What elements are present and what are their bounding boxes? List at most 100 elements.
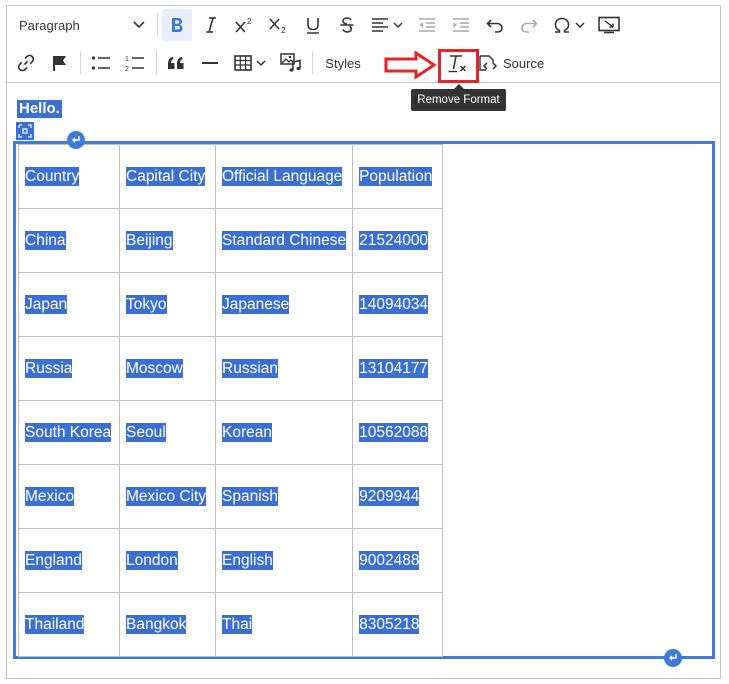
subscript-button[interactable]: 2 — [264, 9, 294, 41]
table-cell[interactable]: 10562088 — [352, 400, 444, 465]
table-cell[interactable]: London — [119, 528, 216, 593]
editing-area[interactable]: Hello. Country Capital City Official Langu… — [7, 83, 720, 678]
table-cell[interactable]: South Korea — [18, 400, 120, 465]
table-cell[interactable]: Mexico — [18, 464, 120, 529]
svg-text:1: 1 — [125, 56, 129, 63]
superscript-button[interactable]: 2 — [230, 9, 260, 41]
table-header-row: Country Capital City Official Language Popu… — [18, 144, 444, 209]
table-cell[interactable]: Russian — [214, 336, 354, 401]
numbered-list-button[interactable]: 12 — [119, 47, 151, 79]
table-cell-text: Russian — [222, 358, 278, 378]
table-cell-text: Beijing — [126, 230, 173, 250]
underline-button[interactable] — [298, 9, 328, 41]
table-cell-text: Thailand — [25, 614, 85, 634]
table-cell[interactable]: Mexico City — [119, 464, 216, 529]
chevron-down-icon — [393, 21, 403, 28]
table-cell[interactable]: Official Language — [214, 144, 354, 209]
source-button[interactable]: Source — [476, 47, 548, 79]
insert-media-button[interactable] — [275, 47, 307, 79]
source-code-icon — [479, 55, 498, 71]
table-cell-text: Mexico City — [126, 486, 207, 506]
table-cell[interactable]: Bangkok — [119, 592, 216, 657]
table-cell[interactable]: Seoul — [119, 400, 216, 465]
table-cell[interactable]: England — [18, 528, 120, 593]
table-cell-text: Japanese — [222, 294, 290, 314]
table-cell[interactable]: English — [214, 528, 354, 593]
table-cell[interactable]: Spanish — [214, 464, 354, 529]
toolbar-row-2: 12 Styles Source — [7, 45, 720, 81]
bookmark-button[interactable] — [45, 47, 75, 79]
table-cell[interactable]: Capital City — [119, 144, 216, 209]
table-cell-text: English — [222, 550, 273, 570]
table-cell-text: Country — [25, 166, 80, 186]
italic-button[interactable] — [196, 9, 226, 41]
table-cell[interactable]: Tokyo — [119, 272, 216, 337]
toolbar-separator — [312, 51, 313, 75]
toolbar-separator — [157, 13, 158, 37]
show-blocks-icon — [598, 16, 620, 34]
insert-paragraph-before-handle[interactable] — [67, 131, 85, 149]
toolbar-row-1: Paragraph 2 2 — [7, 7, 720, 43]
table-cell[interactable]: 9002488 — [352, 528, 444, 593]
table-cell[interactable]: Standard Chinese — [214, 208, 354, 273]
chevron-down-icon — [133, 21, 145, 29]
redo-button[interactable] — [514, 9, 544, 41]
table-cell-text: China — [25, 230, 66, 250]
table-cell[interactable]: 9209944 — [352, 464, 444, 529]
table-cell-text: Standard Chinese — [222, 230, 347, 250]
indent-button[interactable] — [446, 9, 476, 41]
selected-widget-placeholder-icon[interactable] — [16, 122, 34, 140]
link-button[interactable] — [11, 47, 41, 79]
strikethrough-button[interactable] — [332, 9, 362, 41]
chevron-down-icon — [575, 21, 585, 28]
chevron-down-icon — [256, 59, 266, 66]
styles-dropdown[interactable]: Styles — [317, 47, 369, 79]
outdent-icon — [419, 18, 435, 32]
table-cell[interactable]: Country — [18, 144, 120, 209]
fullscreen-button[interactable] — [594, 9, 624, 41]
return-arrow-icon — [72, 136, 80, 143]
table-cell[interactable]: Thai — [214, 592, 354, 657]
table-row: Russia Moscow Russian 13104177 — [18, 336, 444, 401]
table-cell[interactable]: Russia — [18, 336, 120, 401]
table-cell-text: Official Language — [222, 166, 343, 186]
table-cell[interactable]: 21524000 — [352, 208, 444, 273]
insert-paragraph-after-handle[interactable] — [664, 649, 682, 667]
italic-icon — [206, 17, 216, 33]
alignment-dropdown[interactable] — [366, 9, 408, 41]
table-cell[interactable]: Japan — [18, 272, 120, 337]
data-table[interactable]: Country Capital City Official Language Popu… — [18, 144, 444, 657]
table-row: Japan Tokyo Japanese 14094034 — [18, 272, 444, 337]
blockquote-button[interactable] — [161, 47, 191, 79]
table-cell-text: 14094034 — [359, 294, 429, 314]
outdent-button[interactable] — [412, 9, 442, 41]
table-cell[interactable]: China — [18, 208, 120, 273]
bold-button[interactable] — [162, 9, 192, 41]
table-cell[interactable]: 13104177 — [352, 336, 444, 401]
bulleted-list-button[interactable] — [85, 47, 117, 79]
heading-dropdown[interactable]: Paragraph — [13, 9, 151, 41]
horizontal-line-button[interactable] — [195, 47, 225, 79]
table-widget[interactable]: Country Capital City Official Language Popu… — [13, 141, 715, 659]
table-cell[interactable]: 8305218 — [352, 592, 444, 657]
bold-icon — [172, 18, 183, 32]
table-cell-text: South Korea — [25, 422, 112, 442]
table-cell[interactable]: Japanese — [214, 272, 354, 337]
table-cell-text: 9209944 — [359, 486, 420, 506]
table-cell[interactable]: Moscow — [119, 336, 216, 401]
heading-dropdown-label: Paragraph — [19, 17, 80, 33]
hello-paragraph[interactable]: Hello. — [17, 100, 62, 118]
undo-button[interactable] — [480, 9, 510, 41]
table-cell[interactable]: Korean — [214, 400, 354, 465]
special-characters-dropdown[interactable] — [548, 9, 590, 41]
table-cell-text: 13104177 — [359, 358, 429, 378]
table-cell[interactable]: Beijing — [119, 208, 216, 273]
insert-table-dropdown[interactable] — [229, 47, 271, 79]
table-cell-text: Moscow — [126, 358, 183, 378]
bulleted-list-icon — [91, 56, 110, 70]
table-row: China Beijing Standard Chinese 21524000 — [18, 208, 444, 273]
table-cell-text: Population — [359, 166, 433, 186]
table-cell[interactable]: Population — [352, 144, 444, 209]
table-cell[interactable]: 14094034 — [352, 272, 444, 337]
table-cell[interactable]: Thailand — [18, 592, 120, 657]
